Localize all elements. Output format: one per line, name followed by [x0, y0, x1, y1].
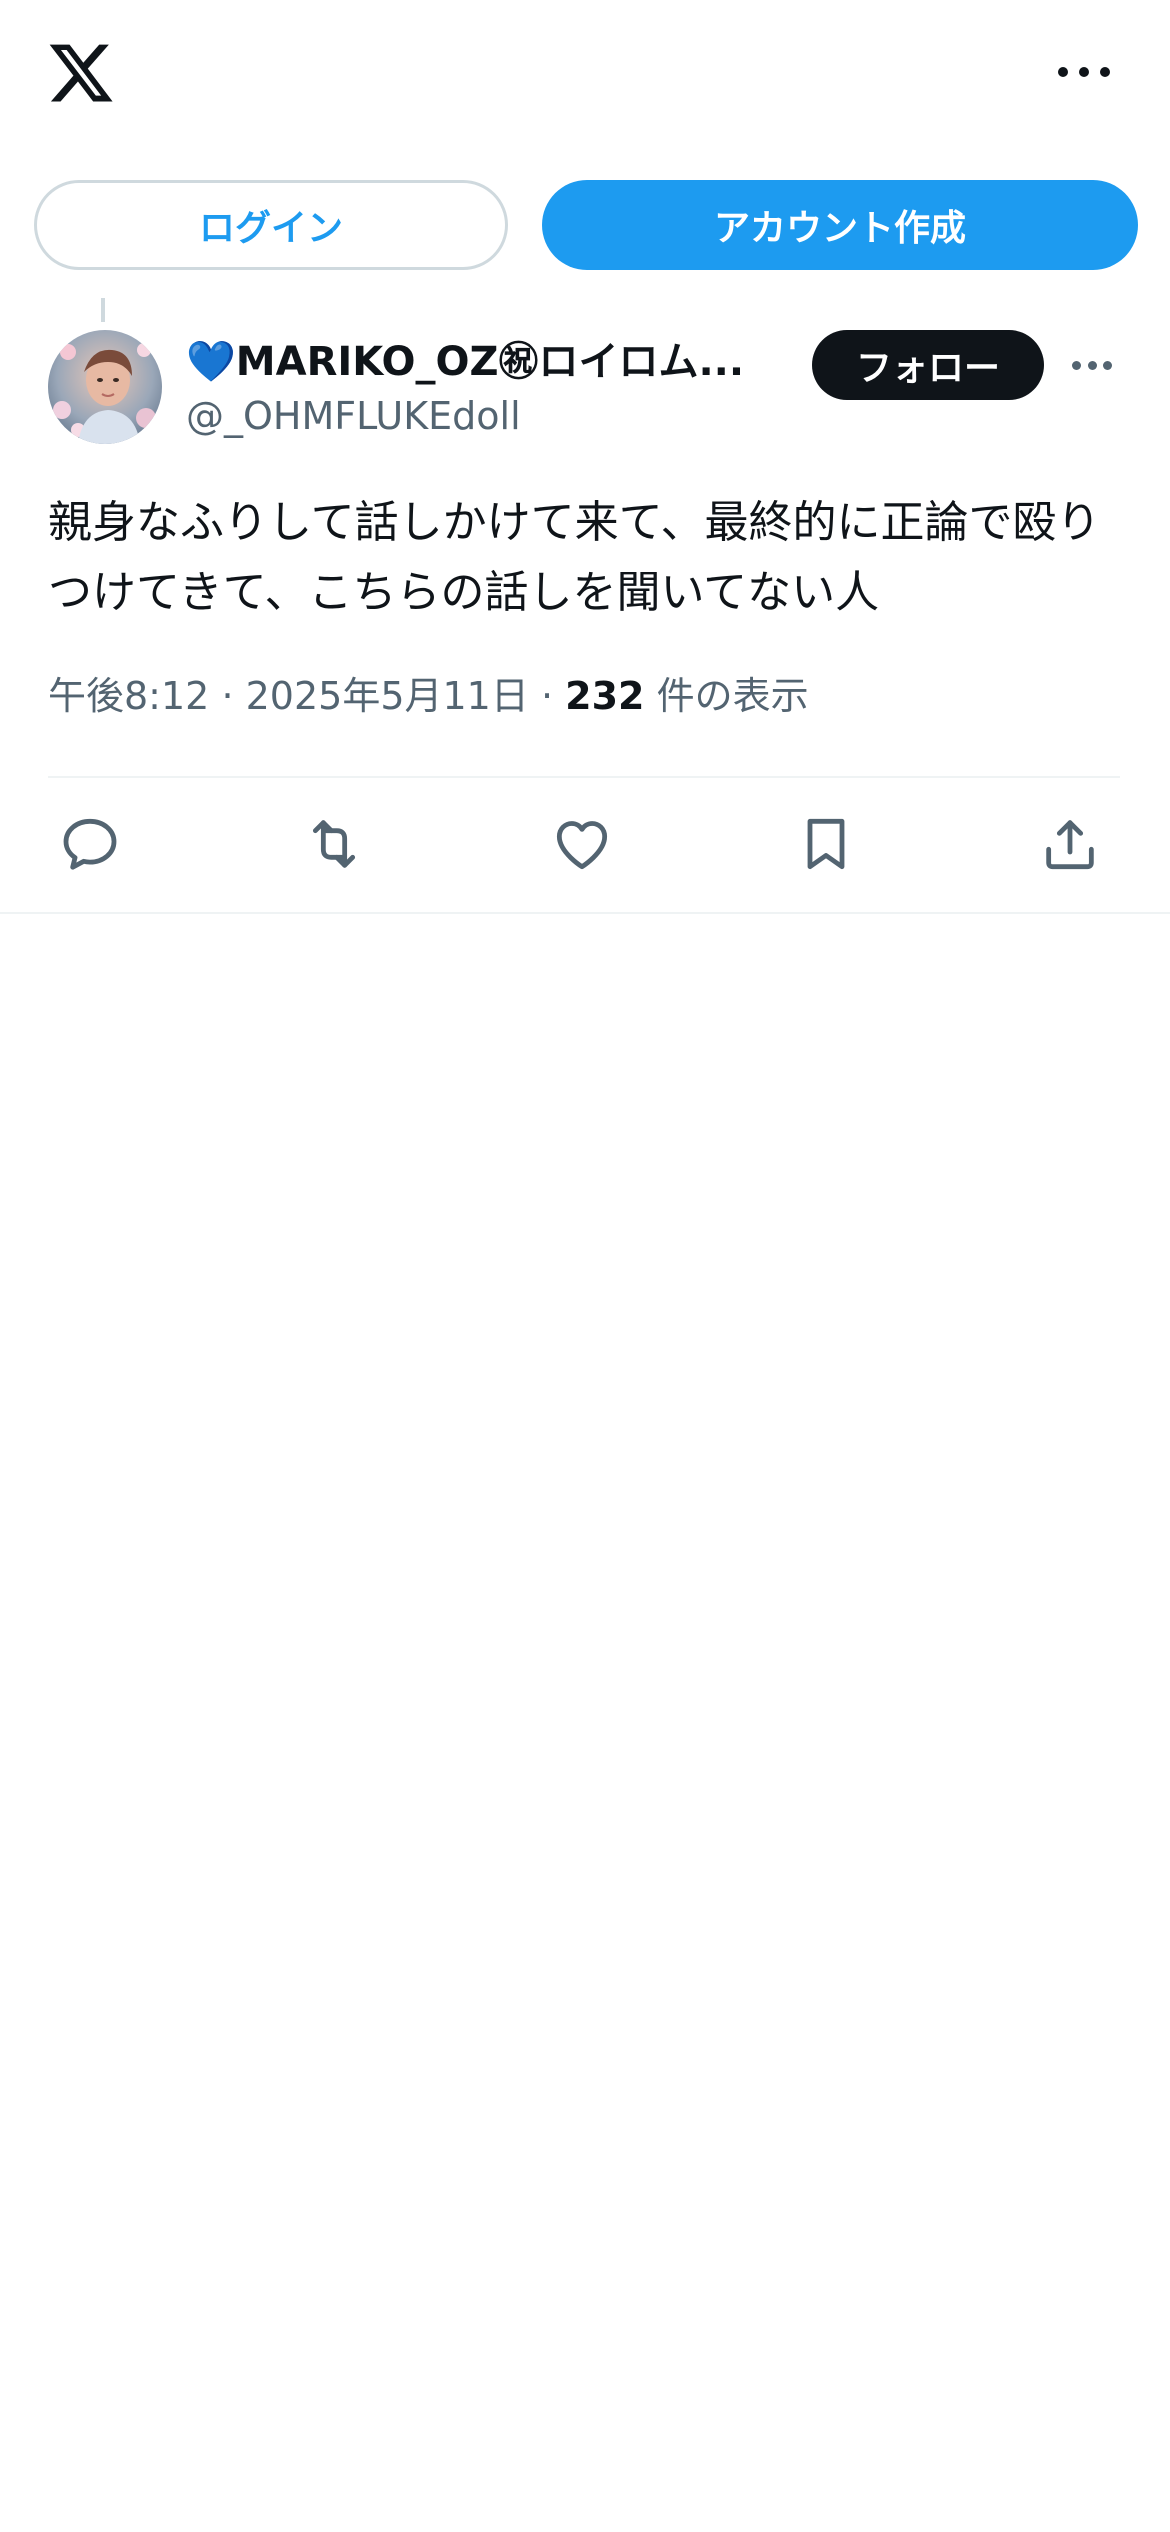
login-button[interactable]: ログイン [34, 180, 508, 270]
thread-line [101, 298, 105, 322]
share-icon[interactable] [1038, 812, 1102, 876]
bookmark-icon[interactable] [794, 812, 858, 876]
action-bar [48, 800, 1120, 890]
auth-buttons: ログイン アカウント作成 [34, 180, 1138, 270]
meta-separator: · [540, 674, 554, 718]
post-text: 親身なふりして話しかけて来て、最終的に正論で殴りつけてきて、こちらの話しを聞いて… [48, 497, 1101, 618]
reply-icon[interactable] [58, 812, 122, 876]
post-bottom-border [0, 912, 1170, 914]
author-display-name[interactable]: 💙MARIKO_OZ㊗ロイロム... [186, 330, 744, 386]
post-more-icon[interactable] [1072, 358, 1112, 372]
post-date[interactable]: 2025年5月11日 [246, 674, 529, 718]
follow-button[interactable]: フォロー [812, 330, 1044, 400]
meta-separator: · [221, 674, 234, 718]
author-handle[interactable]: @_OHMFLUKEdoll [186, 390, 786, 442]
x-logo-icon[interactable] [46, 38, 116, 108]
avatar[interactable] [48, 330, 162, 444]
views-count: 232 [565, 674, 645, 718]
author-name-row[interactable]: 💙MARIKO_OZ㊗ロイロム... [186, 330, 786, 386]
repost-icon[interactable] [302, 812, 366, 876]
views-label: 件の表示 [656, 674, 809, 718]
more-horizontal-icon[interactable] [1058, 58, 1110, 86]
heart-icon[interactable] [550, 812, 614, 876]
create-account-button[interactable]: アカウント作成 [542, 180, 1138, 270]
divider [48, 776, 1120, 778]
top-bar [0, 0, 1170, 150]
post-time[interactable]: 午後8:12 [48, 674, 209, 718]
post-meta: 午後8:12 · 2025年5月11日 · 232 件の表示 [48, 668, 1128, 724]
